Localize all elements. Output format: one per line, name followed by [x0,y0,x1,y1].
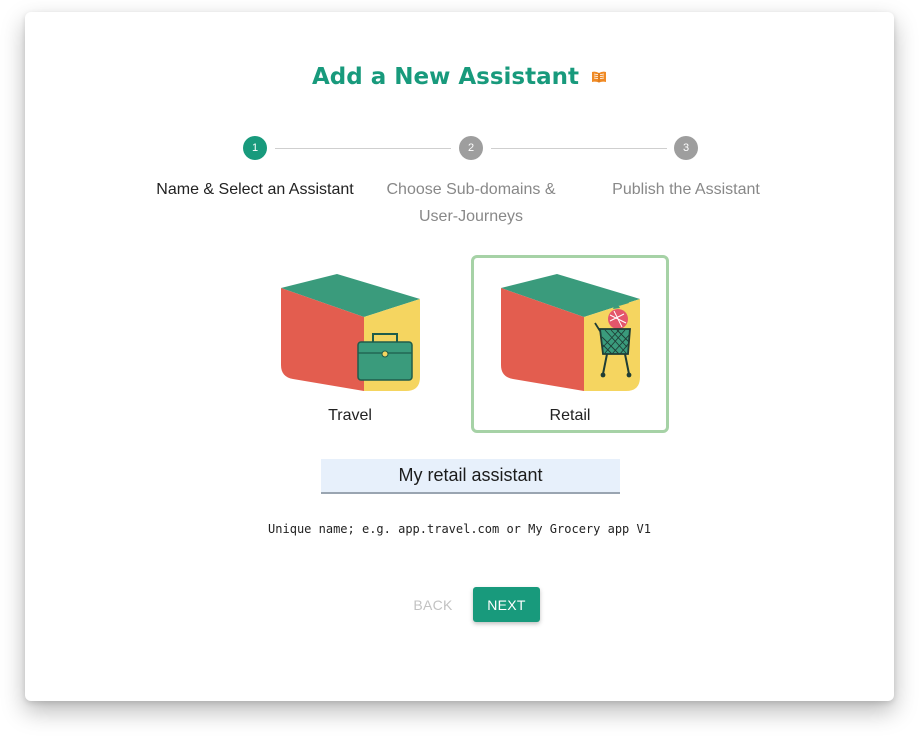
retail-cube-illustration [501,274,640,391]
step-3-number[interactable]: 3 [674,136,698,160]
next-button[interactable]: NEXT [473,587,540,622]
step-3-label: Publish the Assistant [612,181,760,198]
assistant-tile-retail[interactable]: Retail [471,255,669,433]
page-title: Add a New Assistant [25,64,894,90]
assistant-tile-travel-label: Travel [328,407,372,424]
travel-cube-illustration [281,274,420,391]
book-icon[interactable] [591,63,607,89]
step-1-label: Name & Select an Assistant [156,181,354,198]
page-title-text: Add a New Assistant [311,64,579,90]
stepper: 1 2 3 Name & Select an Assistant Choose … [25,136,894,246]
assistant-tile-travel[interactable]: Travel [251,255,449,433]
assistant-name-helper-text: Unique name; e.g. app.travel.com or My G… [268,522,651,536]
step-2-number[interactable]: 2 [459,136,483,160]
back-button[interactable]: BACK [405,588,461,622]
step-1-number[interactable]: 1 [243,136,267,160]
step-connector [491,148,667,149]
assistant-name-input[interactable] [321,459,620,494]
step-2-label-line2: User-Journeys [418,208,524,225]
add-assistant-card: Add a New Assistant 1 2 3 Name & Select … [25,12,894,701]
step-2-label-line1: Choose Sub-domains & [386,181,556,198]
assistant-tile-retail-label: Retail [549,407,591,424]
step-connector [275,148,451,149]
